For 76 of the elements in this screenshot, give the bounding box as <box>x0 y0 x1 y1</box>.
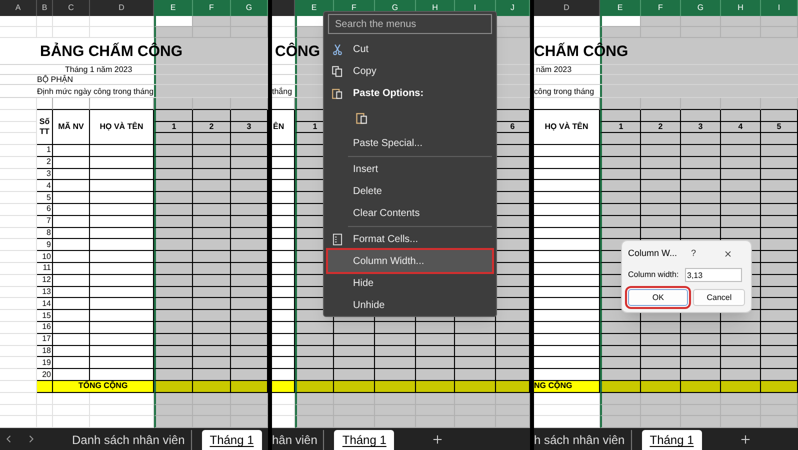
help-button[interactable]: ? <box>691 247 696 261</box>
month-text: năm 2023 <box>535 65 572 75</box>
dialog-button[interactable]: OK <box>628 289 688 306</box>
quota-label: công trong tháng <box>534 86 594 96</box>
column-header[interactable]: J <box>496 0 530 16</box>
sheet-tab[interactable]: h sách nhân viên <box>534 430 632 450</box>
menu-item[interactable]: Format Cells... <box>328 228 492 250</box>
column-heading: Số TT <box>37 110 53 145</box>
column-header[interactable]: I <box>761 0 798 16</box>
total-label: TỔNG CỘNG <box>53 380 154 393</box>
sheet-tab[interactable]: hân viên <box>272 430 324 450</box>
day-heading: 6 <box>496 122 530 133</box>
search-field[interactable]: Search the menus <box>328 14 492 34</box>
column-header[interactable]: G <box>681 0 721 16</box>
department-label: BỘ PHẬN <box>37 75 74 85</box>
menu-item[interactable]: Unhide <box>328 294 492 316</box>
day-heading: 3 <box>231 122 268 133</box>
column-header[interactable]: H <box>721 0 761 16</box>
column-header[interactable]: E <box>295 0 334 16</box>
sheet-tab[interactable]: Danh sách nhân viên <box>72 430 192 450</box>
row-number: 11 <box>37 262 53 275</box>
column-header[interactable]: E <box>154 0 193 16</box>
row-number: 9 <box>37 239 53 252</box>
sheet-tab[interactable]: Tháng 1 <box>334 430 394 450</box>
menu-item[interactable]: Insert <box>328 158 492 180</box>
column-heading: MÃ NV <box>53 110 90 145</box>
row-number: 1 <box>37 145 53 157</box>
row-number: 14 <box>37 298 53 310</box>
menu-item[interactable]: Hide <box>328 272 492 294</box>
menu-item[interactable]: Paste Special... <box>328 132 492 154</box>
row-number: 6 <box>37 204 53 216</box>
column-header[interactable]: E <box>600 0 641 16</box>
menu-item[interactable]: Clear Contents <box>328 202 492 224</box>
row-number: 7 <box>37 216 53 228</box>
row-number: 8 <box>37 228 53 240</box>
column-header[interactable]: F <box>641 0 681 16</box>
quota-label: thắng <box>272 86 292 96</box>
day-heading: 2 <box>193 122 231 133</box>
row-number: 2 <box>37 156 53 169</box>
row-number: 4 <box>37 180 53 192</box>
menu-heading: Paste Options: <box>353 86 424 100</box>
row-number: 12 <box>37 274 53 287</box>
column-heading: ÊN <box>272 110 295 145</box>
day-heading: 2 <box>641 122 681 133</box>
row-number: 17 <box>37 334 53 346</box>
field-label: Column width: <box>628 269 680 281</box>
menu-item[interactable]: Delete <box>328 180 492 202</box>
column-heading: HỌ VÀ TÊN <box>90 110 154 145</box>
row-number: 15 <box>37 310 53 322</box>
row-number: 3 <box>37 168 53 180</box>
menu-item[interactable]: Copy <box>328 60 492 82</box>
sheet-tab[interactable]: Tháng 1 <box>642 430 702 450</box>
row-number: 18 <box>37 346 53 358</box>
dialog-button[interactable]: Cancel <box>693 289 745 306</box>
column-heading: HỌ VÀ TÊN <box>534 110 600 145</box>
total-label: NG CỘNG <box>534 380 600 393</box>
day-heading: 1 <box>600 122 641 133</box>
row-number: 13 <box>37 286 53 298</box>
menu-item[interactable]: Column Width... <box>328 250 492 272</box>
row-number: 19 <box>37 357 53 370</box>
month-text: Tháng 1 năm 2023 <box>64 65 132 75</box>
day-heading: 5 <box>761 122 798 133</box>
row-number: 20 <box>37 369 53 381</box>
row-number: 10 <box>37 251 53 263</box>
day-heading: 3 <box>681 122 721 133</box>
row-number: 5 <box>37 192 53 204</box>
row-number: 16 <box>37 322 53 334</box>
quota-label: Định mức ngày công trong tháng <box>37 86 154 96</box>
column-header[interactable]: G <box>231 0 268 16</box>
day-heading: 1 <box>154 122 193 133</box>
dialog-title: Column W... <box>628 247 678 260</box>
column-header[interactable]: F <box>193 0 231 16</box>
sheet-tab[interactable]: Tháng 1 <box>202 430 262 450</box>
width-input[interactable]: 3,13 <box>685 268 742 282</box>
menu-item[interactable]: Cut <box>328 38 492 60</box>
day-heading: 4 <box>721 122 761 133</box>
